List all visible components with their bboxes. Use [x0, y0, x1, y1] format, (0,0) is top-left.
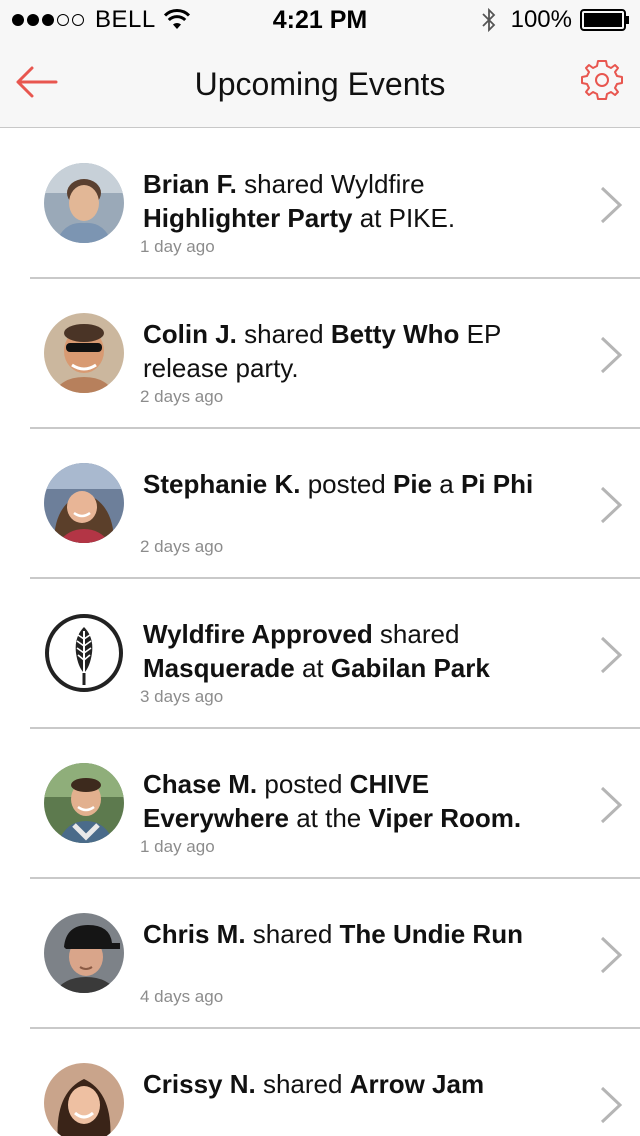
list-item[interactable]: Colin J. shared Betty Who EP release par… — [0, 279, 640, 429]
event-text-segment: Betty Who — [330, 319, 460, 349]
timestamp: 2 days ago — [140, 537, 224, 556]
status-bar: BELL 4:21 PM 100% — [0, 0, 640, 40]
event-text-segment: Chase M. — [143, 769, 258, 799]
event-text-segment: The Undie Run — [339, 919, 523, 949]
feather-logo-icon — [44, 613, 124, 693]
event-text-segment: posted — [300, 469, 393, 499]
timestamp: 1 day ago — [140, 837, 215, 856]
event-text-segment: at PIKE. — [352, 203, 456, 233]
bluetooth-icon — [481, 7, 495, 33]
event-text: Chris M. shared The Undie Run — [143, 917, 563, 951]
list-item[interactable]: Chase M. posted CHIVE Everywhere at the … — [0, 729, 640, 879]
timestamp: 4 days ago — [140, 987, 224, 1006]
list-item[interactable]: Chris M. shared The Undie Run 4 days ago — [0, 879, 640, 1029]
event-text-segment: shared — [236, 319, 331, 349]
timestamp: 1 day ago — [140, 237, 215, 256]
timestamp: 3 days ago — [140, 687, 224, 706]
avatar — [44, 313, 124, 393]
timestamp: 2 days ago — [140, 387, 224, 406]
event-text: Chase M. posted CHIVE Everywhere at the … — [143, 767, 563, 835]
avatar-photo — [44, 463, 124, 543]
event-text: Wyldfire Approved shared Masquerade at G… — [143, 617, 563, 685]
list-item[interactable]: Stephanie K. posted Pie a Pi Phi 2 days … — [0, 429, 640, 579]
avatar — [44, 613, 124, 693]
avatar — [44, 763, 124, 843]
chevron-right-icon — [600, 1086, 623, 1124]
event-text-segment: Stephanie K. — [143, 469, 301, 499]
event-text-segment: shared Wyldfire — [236, 169, 425, 199]
avatar-photo — [44, 163, 124, 243]
avatar — [44, 163, 124, 243]
event-text: Stephanie K. posted Pie a Pi Phi — [143, 467, 563, 501]
chevron-right-icon — [600, 336, 623, 374]
list-item[interactable]: Wyldfire Approved shared Masquerade at G… — [0, 579, 640, 729]
event-text-segment: shared — [245, 919, 340, 949]
event-text-segment: Chris M. — [143, 919, 246, 949]
event-text-segment: Arrow Jam — [349, 1069, 485, 1099]
event-text-segment: Gabilan Park — [330, 653, 490, 683]
event-text-segment: Pie — [393, 469, 433, 499]
event-text-segment: Colin J. — [143, 319, 237, 349]
avatar — [44, 463, 124, 543]
event-feed: Brian F. shared Wyldfire Highlighter Par… — [0, 129, 640, 1136]
event-text-segment: Pi Phi — [460, 469, 534, 499]
avatar-photo — [44, 763, 124, 843]
battery-icon — [580, 9, 629, 31]
event-text: Colin J. shared Betty Who EP release par… — [143, 317, 563, 385]
event-text-segment: shared — [372, 619, 460, 649]
screen: BELL 4:21 PM 100% Upcoming Events Brian … — [0, 0, 640, 1136]
avatar-photo — [44, 313, 124, 393]
chevron-right-icon — [600, 936, 623, 974]
list-item[interactable]: Crissy N. shared Arrow Jam — [0, 1029, 640, 1136]
page-title: Upcoming Events — [194, 66, 446, 102]
event-text: Brian F. shared Wyldfire Highlighter Par… — [143, 167, 563, 235]
avatar — [44, 913, 124, 993]
gear-icon[interactable] — [580, 58, 624, 102]
event-text-segment: posted — [257, 769, 350, 799]
chevron-right-icon — [600, 636, 623, 674]
event-text-segment: at — [294, 653, 331, 683]
chevron-right-icon — [600, 186, 623, 224]
chevron-right-icon — [600, 486, 623, 524]
status-right: 100% — [481, 6, 630, 34]
chevron-right-icon — [600, 786, 623, 824]
event-text-segment: shared — [255, 1069, 350, 1099]
avatar-photo — [44, 913, 124, 993]
avatar — [44, 1063, 124, 1136]
list-item[interactable]: Brian F. shared Wyldfire Highlighter Par… — [0, 129, 640, 279]
event-text-segment: a — [432, 469, 461, 499]
event-text-segment: Viper Room. — [368, 803, 522, 833]
event-text-segment: Crissy N. — [143, 1069, 256, 1099]
avatar-photo — [44, 1063, 124, 1136]
event-text-segment: at the — [288, 803, 369, 833]
event-text-segment: Highlighter Party — [143, 203, 353, 233]
event-text-segment: Masquerade — [143, 653, 295, 683]
event-text-segment: Wyldfire Approved — [143, 619, 373, 649]
event-text-segment: Brian F. — [143, 169, 237, 199]
battery-percentage: 100% — [510, 6, 572, 33]
event-text: Crissy N. shared Arrow Jam — [143, 1067, 563, 1101]
navigation-bar: Upcoming Events — [0, 40, 640, 128]
